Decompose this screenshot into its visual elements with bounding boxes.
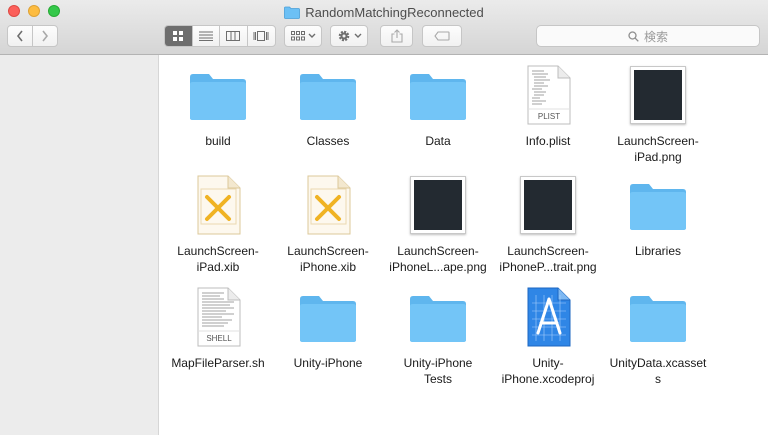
file-item-label: LaunchScreen- iPhoneP...trait.png: [499, 244, 597, 274]
file-item-launchscreen-iphone-portrait-png[interactable]: LaunchScreen- iPhoneP...trait.png: [493, 175, 603, 285]
chevron-down-icon: [354, 33, 361, 38]
search-field[interactable]: 検索: [536, 25, 760, 47]
view-mode-control: [164, 25, 276, 47]
folder-icon: [410, 74, 466, 120]
image-thumbnail: [520, 176, 576, 234]
search-icon: [628, 30, 639, 42]
share-button[interactable]: [380, 25, 413, 47]
tag-icon: [434, 31, 450, 41]
folder-icon: [300, 296, 356, 342]
file-item-label: LaunchScreen- iPhoneL...ape.png: [389, 244, 487, 274]
search-placeholder: 検索: [643, 29, 668, 44]
back-button[interactable]: [8, 26, 33, 46]
file-item-build[interactable]: build: [163, 65, 273, 175]
file-item-unity-iphone-xcodeproj[interactable]: Unity- iPhone.xcodeproj: [493, 287, 603, 397]
folder-icon: [300, 74, 356, 120]
list-view-button[interactable]: [193, 26, 220, 46]
xib-document-icon: [307, 175, 351, 235]
edit-tags-button[interactable]: [422, 25, 462, 47]
file-item-label: Info.plist: [525, 134, 571, 148]
finder-window: RandomMatchingReconnected 検索 build Class…: [0, 0, 768, 435]
file-item-mapfileparser-sh[interactable]: SHELL MapFileParser.sh: [163, 287, 273, 397]
file-grid: build Classes Data PLIST Info.plist Laun…: [160, 55, 768, 435]
icon-view-icon: [173, 31, 184, 41]
file-item-libraries[interactable]: Libraries: [603, 175, 713, 285]
file-item-label: Unity-iPhone: [293, 356, 363, 370]
chevron-down-icon: [308, 33, 315, 38]
arrange-grid-icon: [290, 31, 305, 41]
file-item-label: LaunchScreen- iPad.png: [617, 134, 699, 164]
action-button[interactable]: [330, 25, 368, 47]
file-type-badge: PLIST: [538, 112, 560, 121]
file-item-unity-iphone[interactable]: Unity-iPhone: [273, 287, 383, 397]
file-item-label: Classes: [306, 134, 350, 148]
gear-icon: [338, 30, 349, 42]
share-icon: [390, 29, 403, 43]
folder-icon: [630, 296, 686, 342]
xcode-project-icon: [527, 287, 571, 347]
folder-icon: [410, 296, 466, 342]
image-thumbnail: [410, 176, 466, 234]
folder-icon: [630, 184, 686, 230]
file-item-label: Data: [425, 134, 451, 148]
window-title: RandomMatchingReconnected: [305, 4, 484, 20]
forward-button[interactable]: [33, 26, 57, 46]
coverflow-view-icon: [253, 31, 269, 41]
file-item-unitydata-xcassets[interactable]: UnityData.xcasset s: [603, 287, 713, 397]
file-type-badge: SHELL: [206, 334, 232, 343]
plist-document-icon: PLIST: [527, 65, 571, 125]
list-view-icon: [198, 31, 213, 41]
file-item-launchscreen-iphone-xib[interactable]: LaunchScreen- iPhone.xib: [273, 175, 383, 285]
chevron-right-icon: [42, 30, 49, 42]
file-item-label: Libraries: [634, 244, 682, 258]
file-item-label: MapFileParser.sh: [171, 356, 265, 370]
column-view-button[interactable]: [220, 26, 248, 46]
file-item-label: LaunchScreen- iPhone.xib: [287, 244, 369, 274]
file-item-label: build: [205, 134, 231, 148]
toolbar: RandomMatchingReconnected 検索: [0, 0, 768, 55]
file-item-label: UnityData.xcasset s: [609, 356, 707, 386]
image-thumbnail: [630, 66, 686, 124]
file-item-label: LaunchScreen- iPad.xib: [177, 244, 259, 274]
file-item-info-plist[interactable]: PLIST Info.plist: [493, 65, 603, 175]
navigation-buttons: [7, 25, 58, 47]
arrange-button[interactable]: [284, 25, 322, 47]
shell-script-icon: SHELL: [197, 287, 241, 347]
icon-view-button[interactable]: [165, 26, 193, 46]
file-item-label: Unity- iPhone.xcodeproj: [501, 356, 595, 386]
column-view-icon: [226, 31, 241, 41]
sidebar: [0, 55, 159, 435]
file-item-launchscreen-ipad-xib[interactable]: LaunchScreen- iPad.xib: [163, 175, 273, 285]
coverflow-view-button[interactable]: [248, 26, 275, 46]
file-item-launchscreen-ipad-png[interactable]: LaunchScreen- iPad.png: [603, 65, 713, 175]
folder-icon: [190, 74, 246, 120]
file-item-data[interactable]: Data: [383, 65, 493, 175]
folder-icon: [284, 6, 301, 19]
xib-document-icon: [197, 175, 241, 235]
file-item-classes[interactable]: Classes: [273, 65, 383, 175]
chevron-left-icon: [16, 30, 23, 42]
file-item-unity-iphone-tests[interactable]: Unity-iPhone Tests: [383, 287, 493, 397]
window-title-bar: RandomMatchingReconnected: [0, 3, 768, 21]
file-item-label: Unity-iPhone Tests: [403, 356, 473, 386]
file-item-launchscreen-iphone-landscape-png[interactable]: LaunchScreen- iPhoneL...ape.png: [383, 175, 493, 285]
